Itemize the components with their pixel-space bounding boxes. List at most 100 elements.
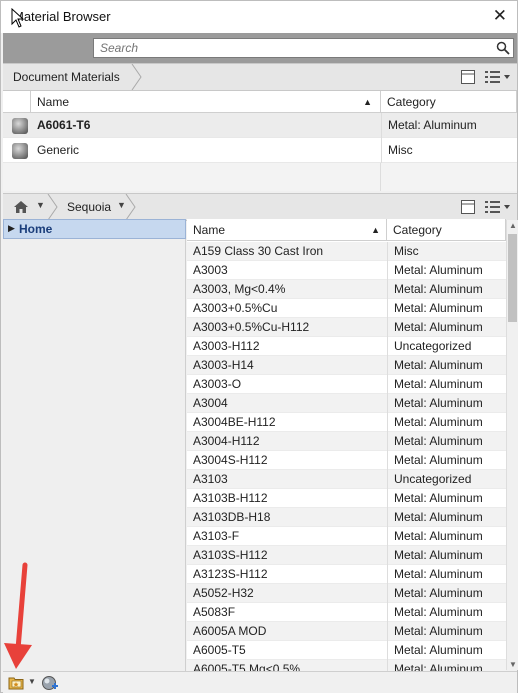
material-category: Uncategorized xyxy=(387,470,506,489)
material-name: A3003 xyxy=(193,263,228,277)
tile-view-icon[interactable] xyxy=(461,70,475,84)
library-material-row[interactable]: A3003-O Metal: Aluminum xyxy=(187,375,506,394)
title-bar: Material Browser ✕ xyxy=(1,1,517,33)
material-name: A3003-H112 xyxy=(193,339,260,353)
library-dropdown-icon[interactable]: ▼ xyxy=(28,677,36,686)
material-category: Metal: Aluminum xyxy=(387,508,506,527)
header-spacer xyxy=(3,91,31,113)
material-category: Metal: Aluminum xyxy=(387,546,506,565)
list-view-icon[interactable] xyxy=(485,200,511,214)
home-dropdown-icon[interactable]: ▼ xyxy=(36,200,45,210)
bottom-toolbar: ▼ xyxy=(3,671,517,693)
material-name: A5052-H32 xyxy=(193,586,254,600)
material-name: A5083F xyxy=(193,605,236,619)
library-material-row[interactable]: A3103-F Metal: Aluminum xyxy=(187,527,506,546)
material-swatch-icon xyxy=(12,118,28,134)
material-name: A3003-H14 xyxy=(193,358,254,372)
material-name: Generic xyxy=(37,143,80,157)
library-material-row[interactable]: A3004S-H112 Metal: Aluminum xyxy=(187,451,506,470)
library-material-row[interactable]: A3003, Mg<0.4% Metal: Aluminum xyxy=(187,280,506,299)
list-view-icon[interactable] xyxy=(485,70,511,84)
breadcrumb-document-materials[interactable]: Document Materials xyxy=(5,64,128,90)
expand-arrow-icon[interactable]: ▶ xyxy=(8,223,15,234)
library-breadcrumb-bar: ▼ Sequoia ▼ xyxy=(3,193,517,221)
material-name: A6061-T6 xyxy=(37,118,91,132)
library-materials-table: Name ▲ Category A159 Class 30 Cast Iron M… xyxy=(187,219,506,671)
column-header-category-label: Category xyxy=(387,95,436,109)
material-name: A3103B-H112 xyxy=(193,491,268,505)
library-material-row[interactable]: A3123S-H112 Metal: Aluminum xyxy=(187,565,506,584)
material-category: Metal: Aluminum xyxy=(387,660,506,671)
scrollbar-thumb[interactable] xyxy=(508,234,517,322)
material-name: A3003, Mg<0.4% xyxy=(193,282,286,296)
material-category: Metal: Aluminum xyxy=(387,584,506,603)
material-category: Metal: Aluminum xyxy=(387,565,506,584)
library-material-row[interactable]: A3003 Metal: Aluminum xyxy=(187,261,506,280)
home-icon[interactable] xyxy=(13,200,29,214)
material-category: Metal: Aluminum xyxy=(387,451,506,470)
close-icon[interactable]: ✕ xyxy=(493,6,507,26)
material-name: A3103DB-H18 xyxy=(193,510,271,524)
scroll-up-icon[interactable]: ▲ xyxy=(509,221,517,230)
library-icon[interactable] xyxy=(8,675,26,690)
search-input[interactable] xyxy=(98,39,488,57)
library-material-row[interactable]: A3004-H112 Metal: Aluminum xyxy=(187,432,506,451)
material-name: A3103 xyxy=(193,472,228,486)
library-material-row[interactable]: A3004 Metal: Aluminum xyxy=(187,394,506,413)
material-category: Uncategorized xyxy=(387,337,506,356)
library-scrollbar[interactable]: ▲ ▼ xyxy=(506,220,518,670)
library-material-row[interactable]: A3103 Uncategorized xyxy=(187,470,506,489)
column-header-name-label: Name xyxy=(193,223,226,237)
column-header-name[interactable]: Name ▲ xyxy=(187,219,387,241)
column-header-category[interactable]: Category xyxy=(381,91,517,113)
material-category: Metal: Aluminum xyxy=(387,356,506,375)
material-category: Metal: Aluminum xyxy=(387,318,506,337)
material-name: A3004 xyxy=(193,396,228,410)
material-category: Metal: Aluminum xyxy=(387,261,506,280)
material-category: Metal: Aluminum xyxy=(387,280,506,299)
library-table-header: Name ▲ Category xyxy=(187,219,506,241)
material-category: Misc xyxy=(387,242,506,261)
library-material-row[interactable]: A3003+0.5%Cu-H112 Metal: Aluminum xyxy=(187,318,506,337)
library-material-row[interactable]: A6005A MOD Metal: Aluminum xyxy=(187,622,506,641)
material-category: Metal: Aluminum xyxy=(387,394,506,413)
document-material-row[interactable]: Generic Misc xyxy=(3,138,517,163)
library-material-row[interactable]: A3004BE-H112 Metal: Aluminum xyxy=(187,413,506,432)
document-material-row[interactable]: A6061-T6 Metal: Aluminum xyxy=(3,113,517,138)
material-category: Metal: Aluminum xyxy=(387,603,506,622)
library-material-row[interactable]: A6005-T5 Mg<0.5% Metal: Aluminum xyxy=(187,660,506,671)
mouse-cursor-icon xyxy=(11,8,25,28)
library-material-row[interactable]: A3103S-H112 Metal: Aluminum xyxy=(187,546,506,565)
material-name: A3103-F xyxy=(193,529,240,543)
create-material-icon[interactable] xyxy=(41,675,59,691)
sort-ascending-icon: ▲ xyxy=(363,97,372,107)
search-icon[interactable] xyxy=(496,41,510,55)
breadcrumb-separator-icon xyxy=(125,194,136,220)
library-material-row[interactable]: A3003+0.5%Cu Metal: Aluminum xyxy=(187,299,506,318)
material-browser-window: Material Browser ✕ Document Materials xyxy=(0,0,518,693)
breadcrumb-sequoia[interactable]: Sequoia xyxy=(59,194,120,220)
tree-item-home[interactable]: ▶ Home xyxy=(3,219,186,239)
material-name: A3004BE-H112 xyxy=(193,415,276,429)
library-material-row[interactable]: A6005-T5 Metal: Aluminum xyxy=(187,641,506,660)
column-header-name[interactable]: Name ▲ xyxy=(31,91,381,113)
library-material-row[interactable]: A3103DB-H18 Metal: Aluminum xyxy=(187,508,506,527)
library-material-row[interactable]: A5083F Metal: Aluminum xyxy=(187,603,506,622)
material-swatch-icon xyxy=(12,143,28,159)
library-material-row[interactable]: A3003-H14 Metal: Aluminum xyxy=(187,356,506,375)
material-name: A3003-O xyxy=(193,377,242,391)
material-category: Metal: Aluminum xyxy=(387,527,506,546)
library-material-row[interactable]: A159 Class 30 Cast Iron Misc xyxy=(187,242,506,261)
document-materials-table: Name ▲ Category A6061-T6 Metal: Aluminum G… xyxy=(3,91,517,191)
column-header-category[interactable]: Category xyxy=(387,219,506,241)
library-material-row[interactable]: A3103B-H112 Metal: Aluminum xyxy=(187,489,506,508)
scroll-down-icon[interactable]: ▼ xyxy=(509,660,517,669)
breadcrumb-separator-icon xyxy=(47,194,58,220)
material-category: Metal: Aluminum xyxy=(387,622,506,641)
library-material-row[interactable]: A3003-H112 Uncategorized xyxy=(187,337,506,356)
tile-view-icon[interactable] xyxy=(461,200,475,214)
material-category: Metal: Aluminum xyxy=(387,641,506,660)
material-name: A3003+0.5%Cu-H112 xyxy=(193,320,310,334)
library-material-row[interactable]: A5052-H32 Metal: Aluminum xyxy=(187,584,506,603)
sort-ascending-icon: ▲ xyxy=(371,225,380,235)
